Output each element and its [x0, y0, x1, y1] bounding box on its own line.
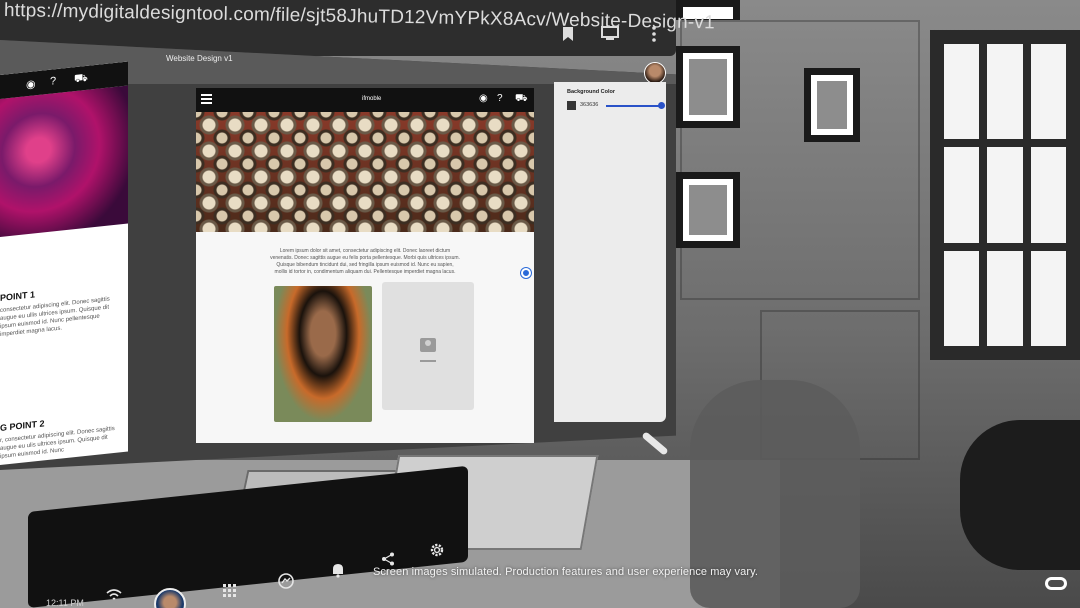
picture-frame [804, 68, 860, 142]
notifications-icon[interactable] [326, 562, 350, 581]
body-text[interactable]: Lorem ipsum dolor sit amet, consectetur … [270, 248, 460, 276]
left-text-block: POINT 1 consectetur adipiscing elit. Don… [0, 224, 128, 461]
more-vert-icon[interactable] [644, 26, 664, 46]
background-color-label: Background Color [567, 89, 615, 95]
account-icon[interactable]: ◉ [479, 93, 488, 105]
settings-gear-icon[interactable] [425, 542, 449, 561]
left-artboard[interactable]: ◉ ? ⛟ POINT 1 consectetur adipiscing eli… [0, 61, 128, 465]
picture-frame [676, 46, 740, 128]
guitar [960, 420, 1080, 570]
image-placeholder-icon [420, 338, 436, 352]
browser-window: https://mydigitaldesigntool.com/file/sjt… [0, 0, 715, 470]
paper-rolls-hero-image[interactable] [196, 112, 534, 232]
image-placeholder-card[interactable] [382, 282, 474, 410]
portrait-photo-card[interactable] [274, 286, 372, 422]
properties-panel: Background Color 363636 [554, 82, 666, 422]
placeholder-caption-line [420, 360, 436, 362]
document-title: Website Design v1 [166, 54, 233, 63]
cart-icon[interactable]: ⛟ [74, 72, 88, 87]
account-icon[interactable]: ◉ [26, 77, 36, 91]
disclaimer-text: Screen images simulated. Production feat… [373, 566, 759, 578]
picture-frame [676, 172, 740, 248]
help-icon[interactable]: ? [497, 93, 503, 105]
help-icon[interactable]: ? [50, 75, 56, 88]
opacity-slider-knob[interactable] [658, 102, 665, 109]
wifi-icon[interactable] [102, 588, 126, 604]
apps-grid-icon[interactable] [218, 584, 242, 601]
room-window [930, 30, 1080, 360]
messenger-icon[interactable] [274, 573, 298, 592]
main-artboard[interactable]: ifmoble ◉ ? ⛟ Lorem ipsum dolor sit amet… [196, 88, 534, 443]
fabric-rolls-image [0, 85, 128, 237]
color-swatch[interactable] [567, 101, 576, 110]
brand-logo-text: ifmoble [362, 96, 382, 102]
oculus-logo [1045, 577, 1067, 590]
user-avatar[interactable] [644, 62, 666, 84]
selection-handle[interactable] [521, 268, 531, 278]
cast-icon[interactable] [600, 26, 620, 46]
opacity-slider[interactable] [606, 105, 664, 107]
artboard-nav-bar: ifmoble ◉ ? ⛟ [196, 88, 534, 112]
cart-icon[interactable]: ⛟ [515, 93, 528, 105]
clock: 12:11 PM [46, 598, 84, 608]
bookmark-icon[interactable] [558, 26, 578, 46]
background-color-value[interactable]: 363636 [580, 102, 598, 108]
menu-icon[interactable] [201, 94, 212, 104]
